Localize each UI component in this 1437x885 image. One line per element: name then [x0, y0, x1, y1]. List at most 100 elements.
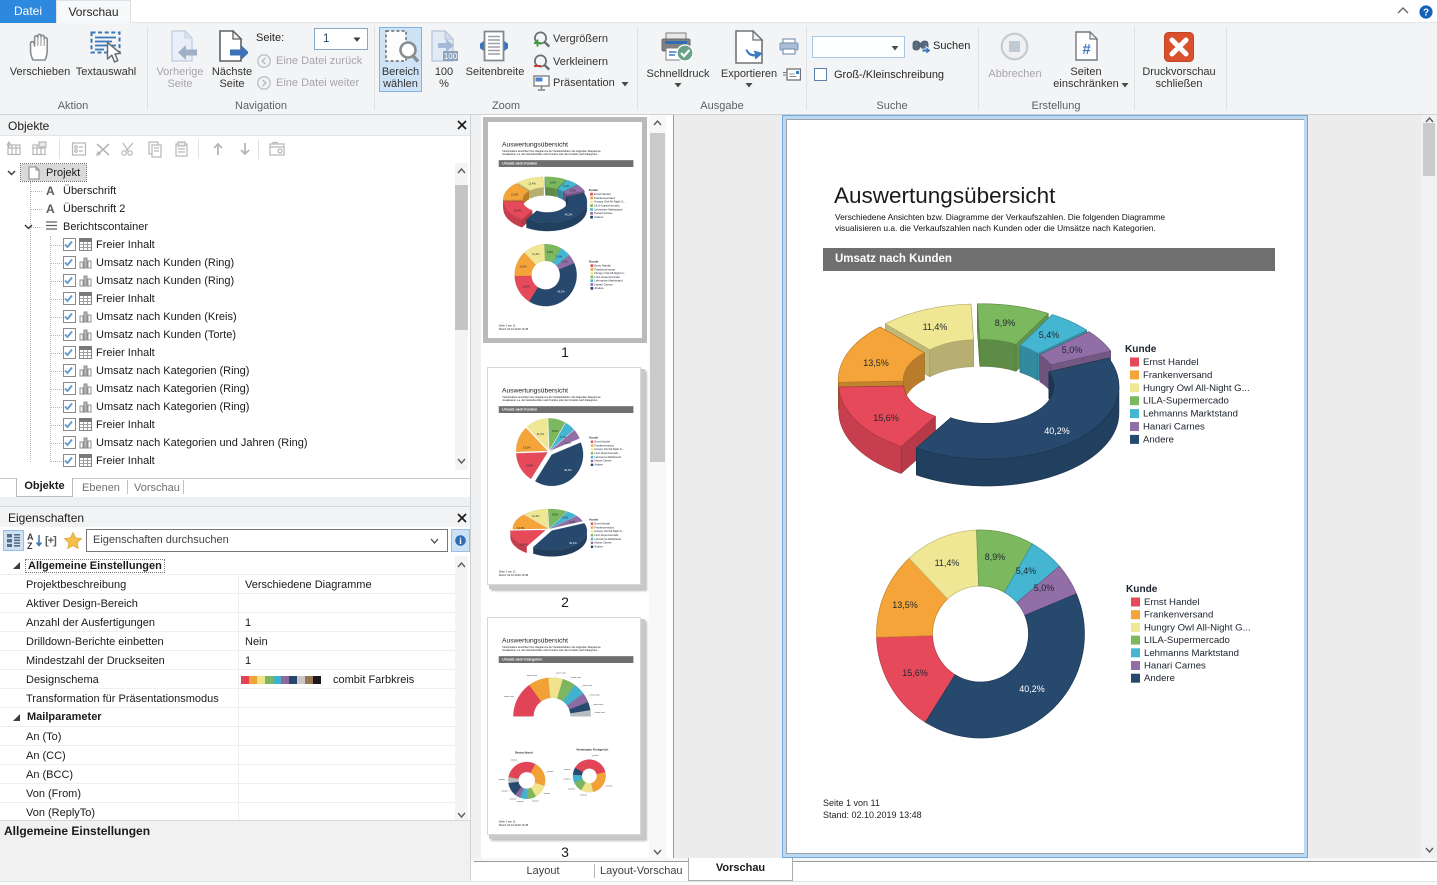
svg-text:Frankenversand: Frankenversand: [1143, 370, 1212, 381]
svg-text:5,4%: 5,4%: [1016, 566, 1037, 576]
svg-text:8,9%: 8,9%: [995, 318, 1016, 328]
svg-text:Andere: Andere: [594, 545, 603, 549]
svg-text:8,9%: 8,9%: [552, 429, 559, 433]
svg-text:Andere: Andere: [594, 286, 604, 290]
svg-text:xxxxxx: xxxxxx: [501, 790, 508, 792]
svg-text:Lehmanns Marktstand: Lehmanns Marktstand: [594, 537, 621, 541]
svg-text:40,2%: 40,2%: [564, 468, 572, 472]
svg-text:5,4%: 5,4%: [560, 435, 567, 439]
svg-text:15,6%: 15,6%: [520, 542, 528, 546]
svg-text:11,4%: 11,4%: [923, 322, 948, 332]
svg-text:?: ?: [1423, 7, 1429, 18]
svg-text:Ernst Handel: Ernst Handel: [594, 440, 610, 444]
svg-text:xxxxx xxxx: xxxxx xxxx: [504, 696, 515, 698]
svg-text:xxxxxx: xxxxxx: [606, 785, 613, 787]
svg-text:5,4%: 5,4%: [563, 184, 570, 188]
svg-text:Hungry Owl All-Night G...: Hungry Owl All-Night G...: [594, 447, 624, 451]
svg-text:5,0%: 5,0%: [562, 259, 569, 263]
svg-text:15,6%: 15,6%: [902, 668, 928, 678]
svg-text:5,0%: 5,0%: [1062, 345, 1083, 355]
svg-text:xxxxx xxxx: xxxxx xxxx: [527, 675, 538, 677]
svg-text:5,4%: 5,4%: [562, 515, 569, 519]
svg-text:xxxxxx: xxxxxx: [568, 788, 575, 790]
svg-text:Kunde: Kunde: [1125, 344, 1157, 355]
svg-text:5,4%: 5,4%: [556, 254, 563, 258]
svg-text:15,6%: 15,6%: [514, 209, 522, 213]
svg-text:xxxxx xxxx: xxxxx xxxx: [556, 673, 567, 675]
svg-text:xxxxx xxxx: xxxxx xxxx: [590, 695, 601, 697]
svg-text:Hanari Carnes: Hanari Carnes: [594, 459, 612, 463]
svg-text:#: #: [1082, 41, 1091, 58]
svg-text:LILA-Supermercado: LILA-Supermercado: [1143, 396, 1229, 407]
svg-text:11,4%: 11,4%: [935, 558, 960, 568]
svg-text:Z: Z: [27, 541, 33, 550]
svg-text:Hanari Carnes: Hanari Carnes: [1144, 661, 1206, 672]
svg-text:LILA-Supermercado: LILA-Supermercado: [1144, 635, 1230, 646]
svg-text:xxxxx xxxx: xxxxx xxxx: [582, 685, 593, 687]
svg-text:8,9%: 8,9%: [547, 250, 554, 254]
svg-text:xxxxxx: xxxxxx: [517, 801, 524, 803]
svg-text:40,2%: 40,2%: [569, 541, 577, 545]
svg-text:40,2%: 40,2%: [1044, 426, 1070, 436]
svg-text:11,4%: 11,4%: [532, 514, 540, 518]
svg-text:Frankenversand: Frankenversand: [594, 443, 614, 447]
svg-text:Ernst Handel: Ernst Handel: [1143, 357, 1198, 368]
svg-text:13,5%: 13,5%: [523, 445, 531, 449]
svg-text:5,4%: 5,4%: [1039, 330, 1060, 340]
svg-text:5,0%: 5,0%: [570, 188, 577, 192]
svg-text:Hungry Owl All-Night G...: Hungry Owl All-Night G...: [1144, 622, 1251, 633]
svg-text:15,6%: 15,6%: [873, 413, 899, 423]
svg-text:100: 100: [444, 52, 458, 61]
svg-text:Andere: Andere: [594, 215, 604, 219]
svg-text:Andere: Andere: [594, 463, 603, 467]
svg-text:xxxxxx: xxxxxx: [544, 793, 551, 795]
svg-text:Kunde: Kunde: [589, 436, 598, 440]
svg-text:xxxxxx: xxxxxx: [564, 769, 571, 771]
svg-text:Frankenversand: Frankenversand: [594, 525, 614, 529]
svg-text:xxxxxx: xxxxxx: [511, 760, 518, 762]
svg-text:13,5%: 13,5%: [863, 358, 889, 368]
svg-text:xxxxxx: xxxxxx: [510, 799, 517, 801]
svg-text:Lehmanns Marktstand: Lehmanns Marktstand: [1144, 648, 1239, 659]
svg-text:40,2%: 40,2%: [557, 289, 565, 293]
svg-text:Kunde: Kunde: [1126, 584, 1158, 595]
svg-text:xxxxxx: xxxxxx: [547, 771, 554, 773]
svg-text:xxxxx xxxx: xxxxx xxxx: [571, 677, 582, 679]
svg-text:40,2%: 40,2%: [1019, 684, 1045, 694]
svg-text:xxxxx xxxx: xxxxx xxxx: [595, 712, 606, 714]
svg-text:5,0%: 5,0%: [1034, 583, 1055, 593]
svg-text:Hanari Carnes: Hanari Carnes: [594, 541, 612, 545]
svg-text:xxxxxx: xxxxxx: [498, 779, 505, 781]
svg-text:Frankenversand: Frankenversand: [1144, 610, 1213, 621]
svg-text:40,2%: 40,2%: [565, 213, 573, 217]
svg-text:15,6%: 15,6%: [526, 463, 534, 467]
svg-text:5,0%: 5,0%: [565, 441, 572, 445]
svg-text:Lehmanns Marktstand: Lehmanns Marktstand: [1143, 409, 1238, 420]
svg-text:13,5%: 13,5%: [511, 192, 519, 196]
svg-text:xxxxxx: xxxxxx: [533, 801, 540, 803]
svg-text:15,6%: 15,6%: [522, 285, 530, 289]
svg-text:xxxxxx: xxxxxx: [592, 755, 599, 757]
svg-text:Andere: Andere: [1144, 673, 1175, 684]
svg-text:Ernst Handel: Ernst Handel: [594, 521, 610, 525]
svg-text:11,4%: 11,4%: [528, 182, 536, 186]
svg-text:Andere: Andere: [1143, 434, 1174, 445]
svg-text:11,4%: 11,4%: [532, 252, 540, 256]
svg-text:Ernst Handel: Ernst Handel: [1144, 597, 1199, 608]
svg-text:5,0%: 5,0%: [569, 520, 576, 524]
svg-text:8,9%: 8,9%: [985, 552, 1006, 562]
svg-text:11,4%: 11,4%: [536, 432, 544, 436]
svg-text:13,5%: 13,5%: [519, 264, 527, 268]
svg-text:LILA-Supermercado: LILA-Supermercado: [594, 533, 618, 537]
svg-text:xxxxx xxxx: xxxxx xxxx: [593, 704, 604, 706]
svg-text:8,9%: 8,9%: [550, 180, 557, 184]
svg-text:Hungry Owl All-Night G...: Hungry Owl All-Night G...: [594, 529, 624, 533]
svg-text:Vereinigtes Königreich: Vereinigtes Königreich: [576, 748, 608, 752]
svg-text:8,9%: 8,9%: [552, 513, 559, 517]
svg-text:Lehmanns Marktstand: Lehmanns Marktstand: [594, 455, 621, 459]
svg-text:Hanari Carnes: Hanari Carnes: [1143, 422, 1205, 433]
svg-text:Hungry Owl All-Night G...: Hungry Owl All-Night G...: [1143, 383, 1250, 394]
svg-text:13,5%: 13,5%: [892, 600, 918, 610]
svg-text:LILA-Supermercado: LILA-Supermercado: [594, 451, 618, 455]
svg-text:Kunde: Kunde: [589, 518, 598, 522]
